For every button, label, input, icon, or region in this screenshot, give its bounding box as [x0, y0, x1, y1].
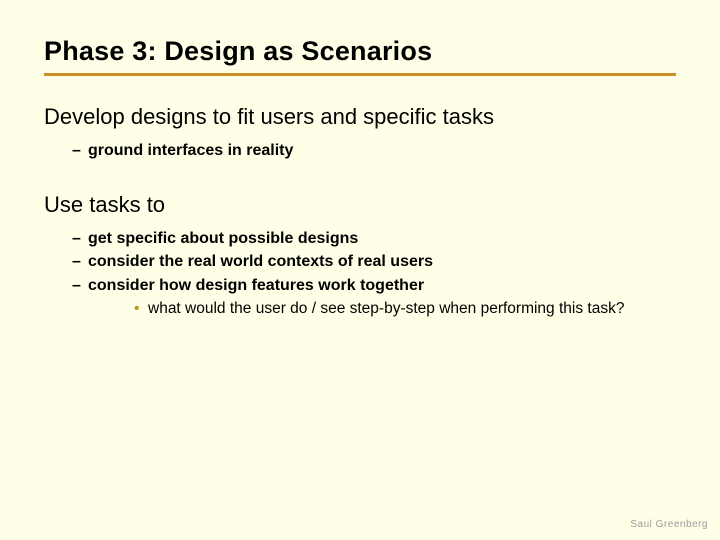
- list-item: consider the real world contexts of real…: [72, 251, 676, 273]
- section-head: Develop designs to fit users and specifi…: [44, 104, 676, 130]
- section-1: Develop designs to fit users and specifi…: [44, 104, 676, 162]
- footer-author: Saul Greenberg: [630, 519, 708, 530]
- sub-list-item: what would the user do / see step-by-ste…: [134, 299, 676, 320]
- list-item: ground interfaces in reality: [72, 140, 676, 162]
- section-head: Use tasks to: [44, 192, 676, 218]
- slide: Phase 3: Design as Scenarios Develop des…: [0, 0, 720, 540]
- list-item: get specific about possible designs: [72, 228, 676, 250]
- section-2: Use tasks to get specific about possible…: [44, 192, 676, 321]
- list-item-text: consider how design features work togeth…: [88, 277, 424, 294]
- list-item: consider how design features work togeth…: [72, 275, 676, 321]
- slide-title: Phase 3: Design as Scenarios: [44, 36, 676, 76]
- bullet-list: get specific about possible designs cons…: [44, 228, 676, 321]
- bullet-list: ground interfaces in reality: [44, 140, 676, 162]
- sub-bullet-list: what would the user do / see step-by-ste…: [88, 299, 676, 320]
